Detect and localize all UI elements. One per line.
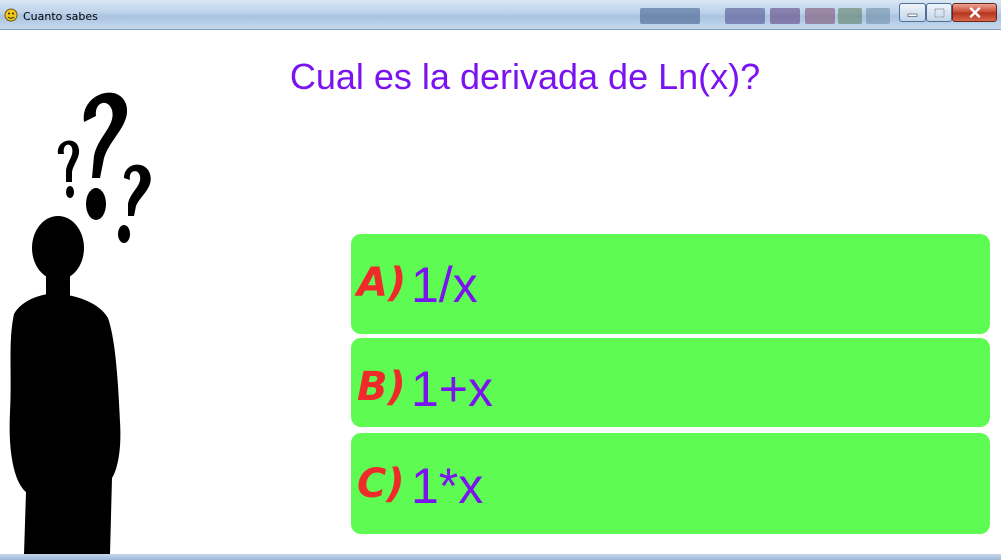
answer-text: 1*x — [411, 458, 484, 514]
pygame-snake-icon — [4, 8, 18, 22]
titlebar-blur-decoration — [640, 8, 700, 24]
titlebar-blur-decoration — [805, 8, 835, 24]
answer-letter: C) — [357, 461, 405, 507]
answer-text: 1/x — [411, 257, 478, 313]
answer-text: 1+x — [411, 361, 494, 417]
titlebar-blur-decoration — [770, 8, 800, 24]
maximize-icon — [933, 7, 945, 18]
titlebar-blur-decoration — [866, 8, 890, 24]
quiz-area: Cual es la derivada de Ln(x)? A) 1/x B) … — [0, 30, 1001, 554]
answer-letter: B) — [357, 364, 406, 410]
answer-letter: A) — [357, 260, 407, 306]
app-window: Cuanto sabes Cual es la derivada de Ln(x… — [0, 0, 1001, 560]
titlebar-blur-decoration — [838, 8, 862, 24]
close-icon — [969, 7, 980, 18]
title-bar[interactable]: Cuanto sabes — [0, 0, 1001, 30]
minimize-button[interactable] — [899, 3, 926, 22]
titlebar-blur-decoration — [725, 8, 765, 24]
window-title: Cuanto sabes — [23, 10, 98, 23]
close-button[interactable] — [952, 3, 997, 22]
question-text: Cual es la derivada de Ln(x)? — [289, 56, 761, 97]
window-bottom-border — [0, 554, 1001, 560]
minimize-icon — [907, 13, 918, 17]
answer-option-a[interactable]: A) 1/x — [351, 234, 990, 334]
answer-option-b[interactable]: B) 1+x — [351, 338, 990, 427]
maximize-button[interactable] — [926, 3, 952, 22]
thinking-person-silhouette — [9, 92, 151, 554]
answer-option-c[interactable]: C) 1*x — [351, 433, 990, 534]
